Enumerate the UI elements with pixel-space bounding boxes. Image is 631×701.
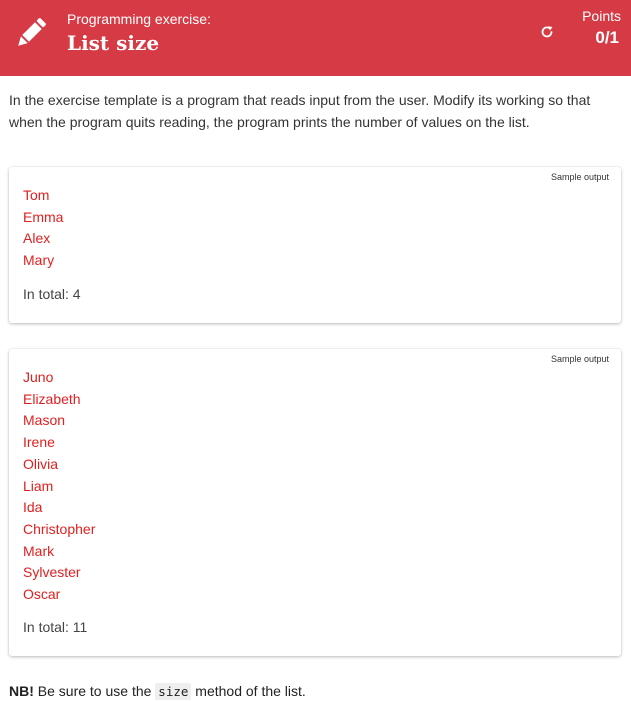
sample-line: Mark bbox=[23, 542, 55, 559]
pencil-icon bbox=[18, 18, 46, 46]
sample-total: In total: 11 bbox=[23, 619, 88, 635]
sample-line: Elizabeth bbox=[23, 390, 81, 407]
sample-line: Alex bbox=[23, 230, 51, 247]
sample-line: Mary bbox=[23, 252, 55, 269]
note-text-after: method of the list. bbox=[191, 683, 306, 699]
sample-line: Christopher bbox=[23, 520, 96, 537]
sample-line: Emma bbox=[23, 208, 64, 225]
sample-line: Oscar bbox=[23, 586, 61, 603]
note-code: size bbox=[155, 683, 192, 700]
points-label: Points bbox=[582, 8, 621, 24]
note-prefix: NB! bbox=[9, 683, 34, 699]
points-value: 0/1 bbox=[595, 28, 619, 47]
sample-total: In total: 4 bbox=[23, 286, 81, 302]
note: NB! Be sure to use the size method of th… bbox=[9, 683, 306, 700]
sample-line: Tom bbox=[23, 187, 50, 203]
exercise-title: List size bbox=[67, 31, 160, 55]
sample-line: Ida bbox=[23, 499, 43, 516]
exercise-description: In the exercise template is a program th… bbox=[9, 92, 591, 130]
sample-input-lines: Juno Elizabeth Mason Irene Olivia Liam I… bbox=[23, 367, 95, 606]
exercise-kicker: Programming exercise: bbox=[67, 11, 211, 27]
refresh-icon[interactable] bbox=[539, 24, 555, 40]
exercise-header: Programming exercise: List size Points 0… bbox=[0, 0, 631, 76]
sample-output-box: Sample output Tom Emma Alex Mary In tota… bbox=[9, 167, 621, 323]
sample-line: Mason bbox=[23, 412, 66, 429]
sample-line: Irene bbox=[23, 434, 55, 451]
sample-output-label: Sample output bbox=[550, 354, 609, 364]
sample-input-lines: Tom Emma Alex Mary bbox=[23, 185, 63, 272]
sample-line: Olivia bbox=[23, 455, 59, 472]
sample-output-box: Sample output Juno Elizabeth Mason Irene… bbox=[9, 349, 621, 656]
note-text-before: Be sure to use the bbox=[33, 683, 156, 699]
sample-output-label: Sample output bbox=[550, 172, 609, 182]
sample-line: Juno bbox=[23, 369, 54, 385]
sample-line: Liam bbox=[23, 477, 54, 494]
sample-line: Sylvester bbox=[23, 564, 81, 581]
